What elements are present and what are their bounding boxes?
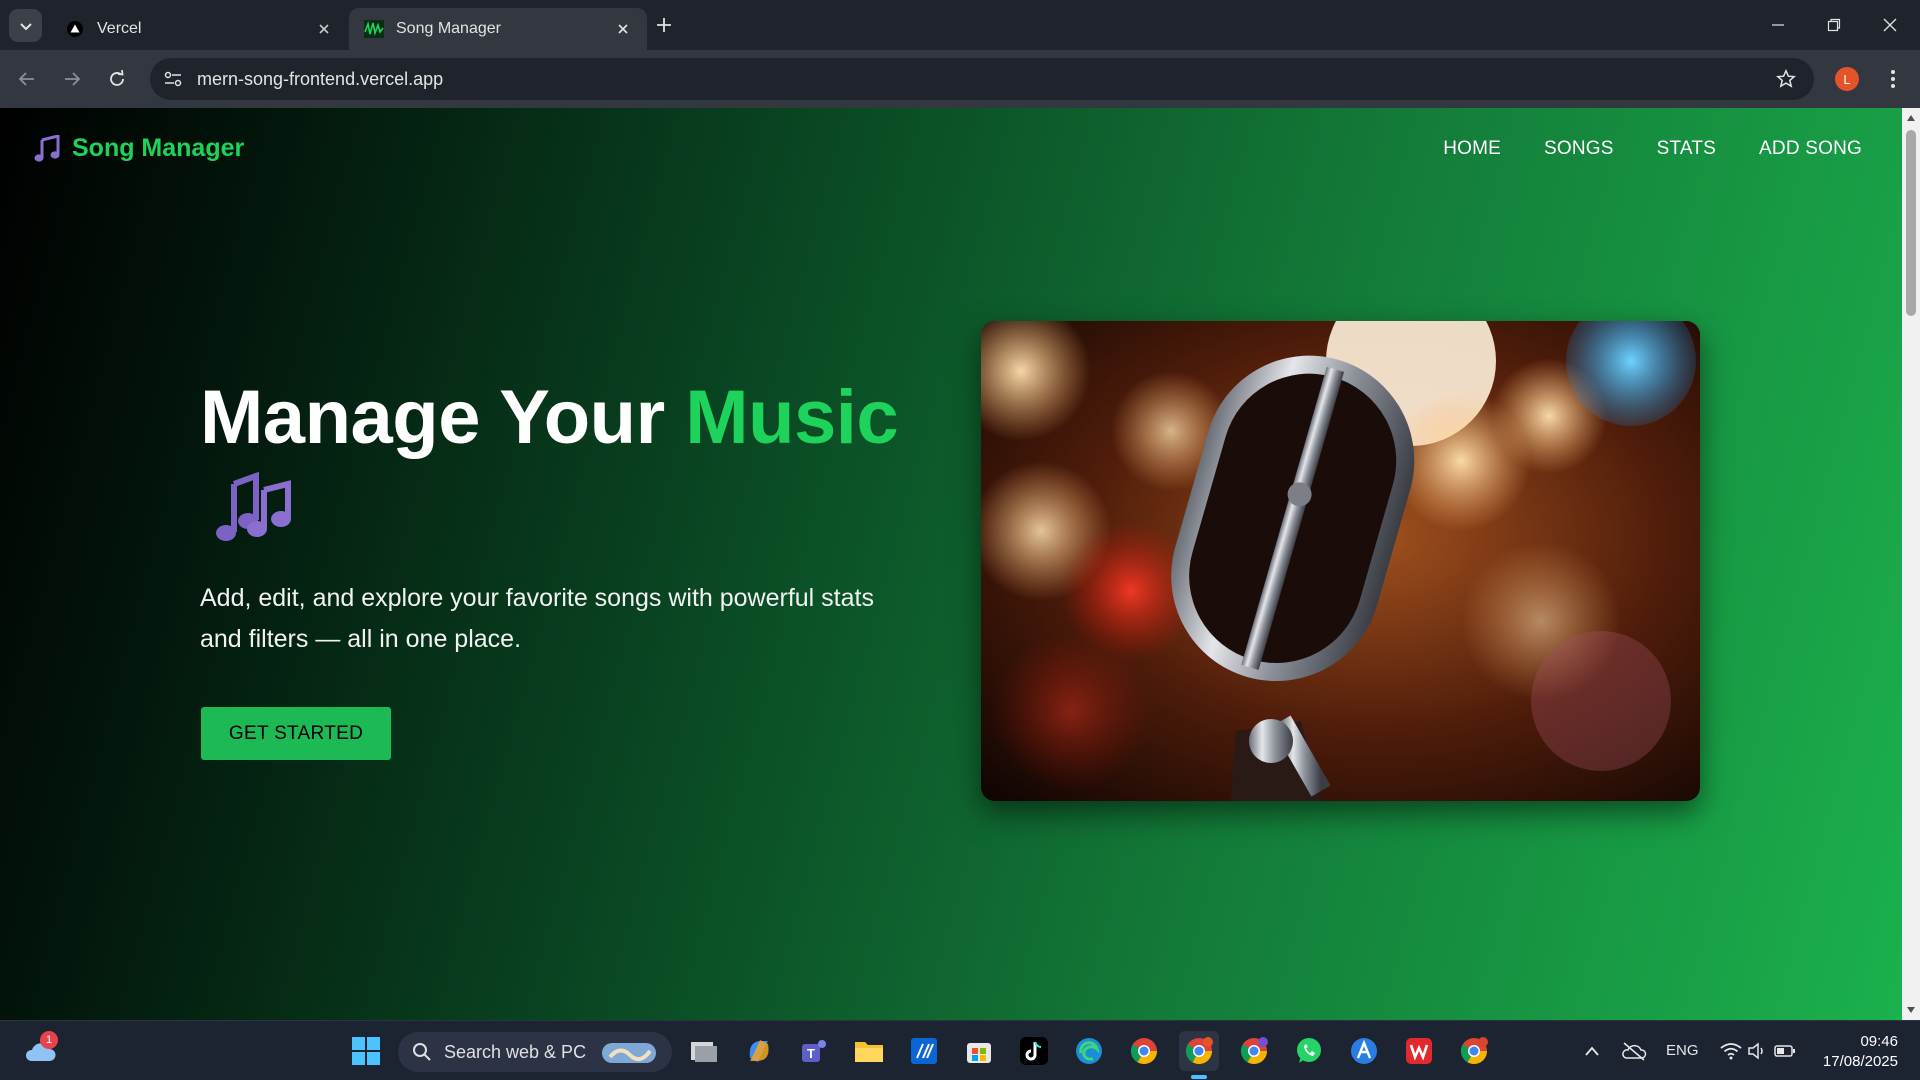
reload-button[interactable] bbox=[98, 60, 136, 98]
plus-icon bbox=[657, 18, 671, 32]
close-icon[interactable] bbox=[314, 19, 334, 39]
folder-icon[interactable] bbox=[849, 1031, 889, 1071]
brand-logo[interactable]: Song Manager bbox=[34, 134, 244, 163]
nav-songs[interactable]: SONGS bbox=[1544, 138, 1614, 160]
vercel-triangle-icon bbox=[65, 19, 85, 39]
reload-icon bbox=[110, 70, 124, 86]
restore-icon bbox=[1827, 18, 1841, 32]
chevron-down-icon bbox=[19, 22, 32, 30]
system-clock[interactable]: 09:46 17/08/2025 bbox=[1808, 1032, 1898, 1072]
chrome-icon[interactable] bbox=[1124, 1031, 1164, 1071]
chrome-profile-b-icon[interactable] bbox=[1454, 1031, 1494, 1071]
code-icon[interactable] bbox=[904, 1031, 944, 1071]
microphone-photo bbox=[981, 321, 1700, 801]
tab-vercel[interactable]: Vercel bbox=[50, 8, 348, 50]
close-icon bbox=[1883, 18, 1897, 32]
new-tab-button[interactable] bbox=[650, 11, 678, 39]
restore-button[interactable] bbox=[1806, 0, 1862, 50]
wps-icon[interactable] bbox=[1399, 1031, 1439, 1071]
minimize-icon bbox=[1772, 24, 1784, 26]
language-indicator[interactable]: ENG bbox=[1666, 1042, 1699, 1059]
battery-icon[interactable] bbox=[1770, 1031, 1800, 1071]
music-note-icon bbox=[34, 134, 60, 162]
nav-add-song[interactable]: ADD SONG bbox=[1759, 138, 1862, 160]
address-bar[interactable]: mern-song-frontend.vercel.app bbox=[150, 58, 1814, 100]
nav-home[interactable]: HOME bbox=[1443, 138, 1501, 160]
edge-icon[interactable] bbox=[1069, 1031, 1109, 1071]
teams-icon[interactable]: T bbox=[794, 1031, 834, 1071]
nav-stats[interactable]: STATS bbox=[1657, 138, 1716, 160]
search-icon bbox=[413, 1043, 431, 1061]
bookmark-star-icon[interactable] bbox=[1766, 59, 1806, 99]
musical-notes-icon bbox=[216, 471, 291, 541]
page-scrollbar[interactable] bbox=[1902, 108, 1920, 1020]
minimize-button[interactable] bbox=[1750, 0, 1806, 50]
url-text: mern-song-frontend.vercel.app bbox=[197, 68, 444, 89]
whatsapp-icon[interactable] bbox=[1289, 1031, 1329, 1071]
windows-logo-icon bbox=[352, 1037, 380, 1065]
scroll-down-icon[interactable] bbox=[1905, 1004, 1917, 1016]
tray-overflow-chevron-icon[interactable] bbox=[1572, 1031, 1612, 1071]
close-window-button[interactable] bbox=[1862, 0, 1918, 50]
browser-tab-bar: Vercel Song Manager bbox=[0, 0, 1920, 50]
active-app-indicator bbox=[1191, 1075, 1207, 1079]
hero-title-main: Manage Your bbox=[200, 375, 686, 460]
profile-avatar[interactable]: L bbox=[1835, 67, 1859, 91]
browser-toolbar: mern-song-frontend.vercel.app bbox=[0, 50, 1920, 108]
tab-song-manager[interactable]: Song Manager bbox=[349, 8, 647, 50]
close-icon[interactable] bbox=[613, 19, 633, 39]
svg-text:T: T bbox=[807, 1046, 815, 1061]
browser-menu-button[interactable] bbox=[1878, 64, 1908, 94]
windows-taskbar: 1 Search web & PC T ENG 09:46 17/08/2025 bbox=[0, 1020, 1920, 1080]
arrow-right-icon bbox=[65, 72, 81, 86]
tab-title: Song Manager bbox=[396, 20, 501, 37]
store-icon[interactable] bbox=[959, 1031, 999, 1071]
forward-button[interactable] bbox=[53, 60, 91, 98]
back-button[interactable] bbox=[8, 60, 46, 98]
taskbar-search[interactable]: Search web & PC bbox=[398, 1032, 672, 1072]
clock-date: 17/08/2025 bbox=[1822, 1053, 1898, 1070]
get-started-button[interactable]: GET STARTED bbox=[201, 707, 391, 760]
search-highlight-icon bbox=[602, 1043, 657, 1063]
chrome-profile-l-icon[interactable] bbox=[1179, 1031, 1219, 1071]
clock-time: 09:46 bbox=[1860, 1033, 1898, 1050]
main-nav: HOME SONGS STATS ADD SONG bbox=[1443, 138, 1862, 160]
volume-icon[interactable] bbox=[1742, 1031, 1772, 1071]
tiktok-icon[interactable] bbox=[1014, 1031, 1054, 1071]
brand-name: Song Manager bbox=[72, 134, 245, 162]
hero-description: Add, edit, and explore your favorite son… bbox=[200, 584, 874, 653]
more-vertical-icon bbox=[1891, 70, 1895, 88]
scrollbar-thumb[interactable] bbox=[1906, 130, 1916, 316]
copilot-icon[interactable] bbox=[739, 1031, 779, 1071]
hero-image-microphone bbox=[981, 321, 1700, 801]
start-button[interactable] bbox=[346, 1031, 386, 1071]
tab-search-button[interactable] bbox=[9, 9, 42, 42]
arrow-left-icon bbox=[18, 72, 34, 86]
file-explorer-icon[interactable] bbox=[684, 1031, 724, 1071]
chrome-profile-j-icon[interactable] bbox=[1234, 1031, 1274, 1071]
tab-title: Vercel bbox=[97, 20, 142, 37]
hero-title: Manage Your Music bbox=[200, 374, 899, 461]
page-viewport: Song Manager HOME SONGS STATS ADD SONG M… bbox=[0, 108, 1902, 1020]
app-a-icon[interactable] bbox=[1344, 1031, 1384, 1071]
site-info-icon[interactable] bbox=[153, 59, 193, 99]
scroll-up-icon[interactable] bbox=[1905, 112, 1917, 124]
onedrive-offline-icon[interactable] bbox=[1614, 1031, 1654, 1071]
song-manager-favicon bbox=[364, 19, 384, 39]
search-placeholder: Search web & PC bbox=[444, 1041, 587, 1062]
notification-badge: 1 bbox=[40, 1031, 58, 1049]
hero-title-accent: Music bbox=[685, 375, 899, 460]
